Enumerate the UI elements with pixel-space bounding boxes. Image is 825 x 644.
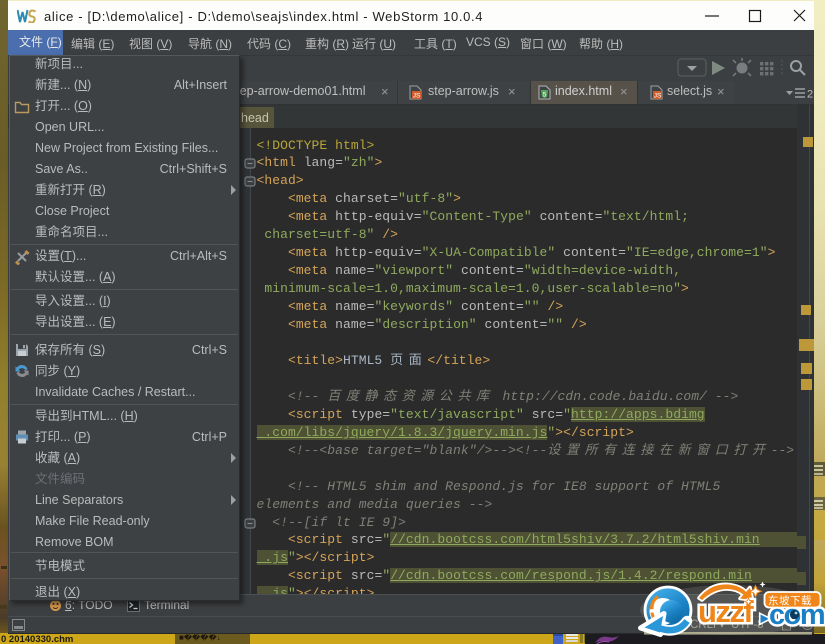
- svg-text:东坡下载: 东坡下载: [768, 594, 812, 607]
- svg-text:5: 5: [543, 92, 547, 99]
- svg-text:2: 2: [807, 89, 813, 101]
- svg-text:JS: JS: [413, 93, 421, 100]
- svg-text:JS: JS: [654, 93, 662, 100]
- svg-text:uzzf: uzzf: [698, 594, 754, 629]
